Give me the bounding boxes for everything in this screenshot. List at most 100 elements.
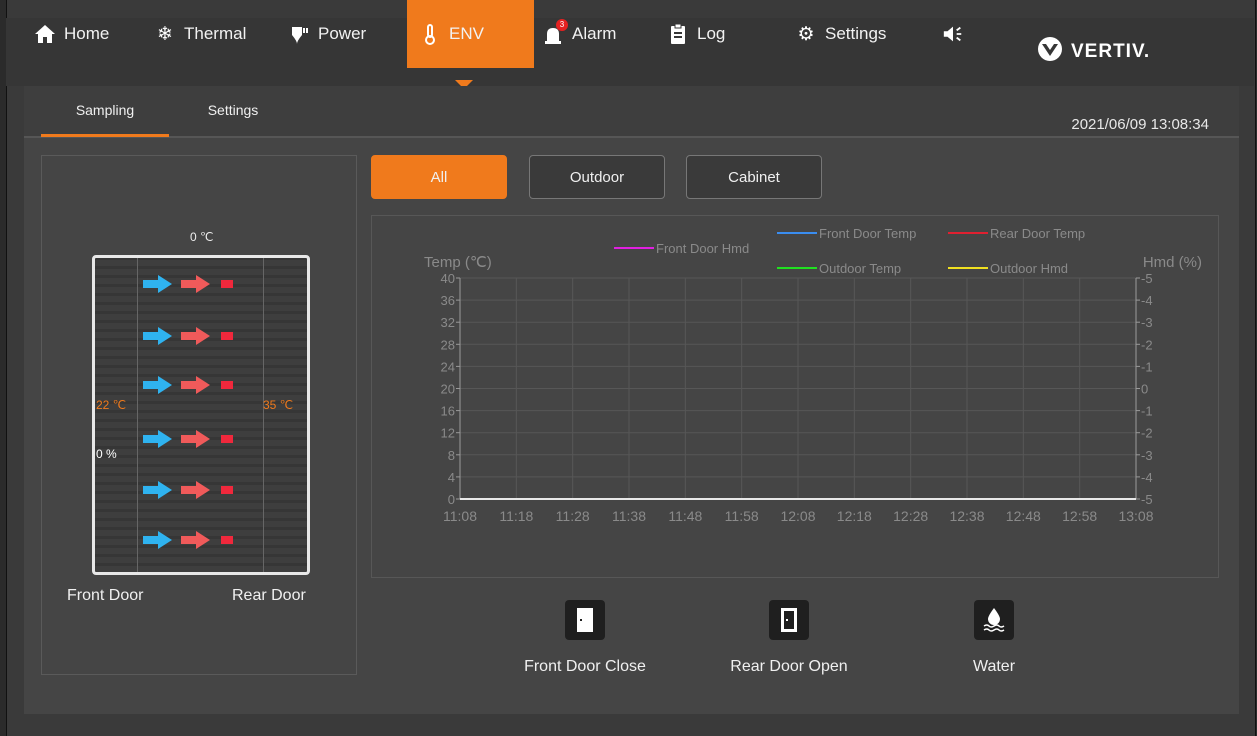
exhaust-marker (221, 435, 233, 443)
thermometer-icon (419, 23, 441, 45)
chart-x-tick-label: 12:08 (780, 508, 815, 524)
tab-settings[interactable]: Settings (169, 86, 297, 136)
chart-y-tick-label: 36 (441, 293, 455, 308)
nav-log[interactable]: Log (667, 0, 725, 68)
datetime-display: 2021/06/09 13:08:34 (1071, 116, 1209, 133)
chart-y2-tick-label: -1 (1141, 359, 1153, 374)
airflow-row (143, 327, 233, 345)
rear-door-status-label: Rear Door Open (730, 658, 848, 675)
hot-air-arrow-icon (181, 376, 211, 394)
cabinet-top-temp: 0 ℃ (190, 230, 214, 244)
cold-air-arrow-icon (143, 481, 173, 499)
door-closed-icon (565, 600, 605, 640)
chart-x-tick-label: 13:08 (1118, 508, 1153, 524)
chart-x-tick-label: 12:58 (1062, 508, 1097, 524)
filter-cabinet-button[interactable]: Cabinet (686, 155, 822, 199)
chart-y2-tick-label: -3 (1141, 448, 1153, 463)
cold-air-arrow-icon (143, 275, 173, 293)
nav-power-label: Power (318, 24, 367, 43)
exhaust-marker (221, 381, 233, 389)
vertiv-logo-icon (1035, 36, 1065, 68)
chart-x-tick-label: 11:58 (725, 508, 759, 524)
nav-thermal-label: Thermal (184, 24, 247, 43)
chart-y2-tick-label: -5 (1141, 271, 1153, 286)
front-door-temp: 22 ℃ (96, 398, 127, 412)
front-door-humidity: 0 % (96, 447, 117, 461)
chart-legend-label: Outdoor Hmd (990, 261, 1068, 276)
cold-air-arrow-icon (143, 327, 173, 345)
chart-y-tick-label: 20 (441, 382, 455, 397)
chart-y2-tick-label: -4 (1141, 293, 1153, 308)
airflow-row (143, 430, 233, 448)
filter-all-button[interactable]: All (371, 155, 507, 199)
cold-air-arrow-icon (143, 376, 173, 394)
chart-y2-tick-label: -3 (1141, 315, 1153, 330)
cold-air-arrow-icon (143, 430, 173, 448)
chart-y-tick-label: 4 (448, 470, 455, 485)
cold-air-arrow-icon (143, 531, 173, 549)
chart-y2-tick-label: -1 (1141, 404, 1153, 419)
chart-legend-label: Front Door Temp (819, 226, 916, 241)
airflow-row (143, 531, 233, 549)
filter-outdoor-button[interactable]: Outdoor (529, 155, 665, 199)
chart-x-tick-label: 11:38 (612, 508, 646, 524)
snowflake-icon: ❄ (157, 23, 173, 45)
chart-x-tick-label: 12:48 (1006, 508, 1041, 524)
rear-door-label: Rear Door (232, 587, 306, 604)
nav-settings-label: Settings (825, 24, 887, 43)
chart-y-tick-label: 32 (441, 315, 455, 330)
hot-air-arrow-icon (181, 430, 211, 448)
nav-log-label: Log (697, 24, 726, 43)
chart-y2-tick-label: 0 (1141, 382, 1148, 397)
airflow-row (143, 376, 233, 394)
chart-y-tick-label: 16 (441, 404, 455, 419)
environment-chart: 0 4 8 12 16 20 24 28 32 36 40 -5 -4 -3 -2 -1 0 -1 -2 -3 -4 -5… (371, 215, 1219, 578)
exhaust-marker (221, 280, 233, 288)
nav-thermal[interactable]: ❄ Thermal (154, 0, 246, 68)
front-door-status-label: Front Door Close (524, 658, 646, 675)
airflow-row (143, 481, 233, 499)
chart-legend-label: Front Door Hmd (656, 241, 749, 256)
airflow-row (143, 275, 233, 293)
chart-legend-label: Rear Door Temp (990, 226, 1085, 241)
nav-power[interactable]: Power (288, 0, 366, 68)
chart-legend-label: Outdoor Temp (819, 261, 901, 276)
nav-home[interactable]: Home (34, 0, 109, 68)
rear-door-temp: 35 ℃ (263, 398, 294, 412)
speaker-icon (942, 23, 964, 45)
chart-svg: 0 4 8 12 16 20 24 28 32 36 40 -5 -4 -3 -2 -1 0 -1 -2 -3 -4 -5… (424, 226, 1202, 524)
chart-x-tick-label: 11:28 (556, 508, 590, 524)
nav-alarm[interactable]: 3 Alarm (542, 0, 616, 68)
tab-sampling[interactable]: Sampling (41, 86, 169, 137)
front-door-status: Front Door Close (510, 600, 660, 676)
alarm-badge: 3 (556, 19, 568, 31)
mute-button[interactable] (942, 0, 964, 68)
chart-y-tick-label: 8 (448, 448, 455, 463)
gear-icon: ⚙ (797, 23, 815, 45)
cabinet-rail-right (263, 258, 264, 572)
chart-y-tick-label: 12 (441, 426, 455, 441)
exhaust-marker (221, 536, 233, 544)
plug-icon (288, 23, 310, 45)
water-status-label: Water (972, 658, 1016, 675)
chart-x-tick-label: 12:28 (893, 508, 928, 524)
nav-env-label: ENV (449, 24, 484, 43)
chart-y-tick-label: 40 (441, 271, 455, 286)
nav-home-label: Home (64, 24, 110, 43)
rear-door-status: Rear Door Open (714, 600, 864, 676)
chart-x-tick-label: 11:48 (668, 508, 702, 524)
nav-settings[interactable]: ⚙ Settings (795, 0, 886, 68)
chart-x-tick-label: 12:18 (837, 508, 872, 524)
cabinet-rail-left (137, 258, 138, 572)
exhaust-marker (221, 332, 233, 340)
vertiv-logo: VERTIV. (1035, 18, 1150, 86)
nav-env[interactable]: ENV (407, 0, 534, 68)
hot-air-arrow-icon (181, 531, 211, 549)
chart-x-tick-label: 11:18 (499, 508, 533, 524)
exhaust-marker (221, 486, 233, 494)
hot-air-arrow-icon (181, 275, 211, 293)
chart-y2-tick-label: -4 (1141, 470, 1153, 485)
chart-y-tick-label: 24 (441, 359, 455, 374)
water-status: Water (919, 600, 1069, 676)
sub-nav: Sampling Settings 2021/06/09 13:08:34 (24, 86, 1239, 138)
